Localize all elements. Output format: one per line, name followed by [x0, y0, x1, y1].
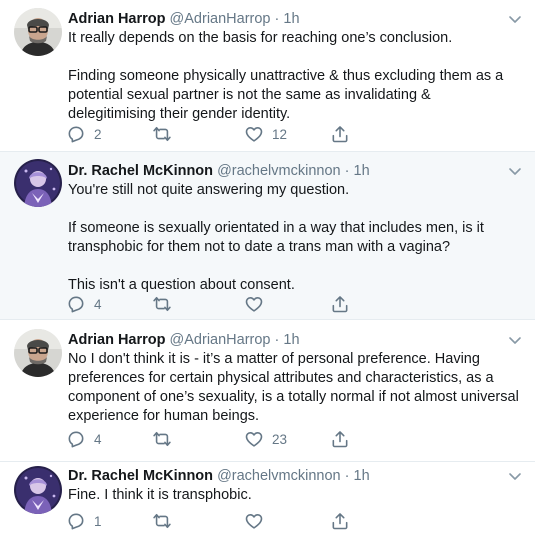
- reply-button[interactable]: 1: [66, 511, 102, 531]
- like-button[interactable]: 12: [244, 124, 287, 144]
- share-button[interactable]: [330, 294, 350, 314]
- tweet-paragraph: If someone is sexually orientated in a w…: [68, 220, 484, 255]
- reply-count: 1: [94, 513, 102, 529]
- tweet-paragraph: This isn't a question about consent.: [68, 277, 295, 293]
- tweet-paragraph: No I don't think it is - it’s a matter o…: [68, 351, 519, 424]
- reply-icon: [66, 124, 86, 144]
- avatar[interactable]: [14, 159, 62, 207]
- author-handle[interactable]: @AdrianHarrop: [170, 11, 271, 27]
- share-button[interactable]: [330, 429, 350, 449]
- tweet-text: You're still not quite answering my ques…: [68, 181, 521, 295]
- separator: ·: [344, 163, 350, 179]
- author-name[interactable]: Dr. Rachel McKinnon: [68, 468, 213, 484]
- heart-icon: [244, 294, 264, 314]
- reply-button[interactable]: 4: [66, 294, 102, 314]
- tweet-paragraph: Finding someone physically unattractive …: [68, 68, 504, 122]
- like-count: 12: [272, 126, 288, 142]
- retweet-button[interactable]: [152, 294, 172, 314]
- tweet[interactable]: Adrian Harrop @AdrianHarrop · 1h No I do…: [0, 320, 535, 462]
- tweet[interactable]: Dr. Rachel McKinnon @rachelvmckinnon · 1…: [0, 152, 535, 320]
- avatar[interactable]: [14, 466, 62, 514]
- chevron-down-icon[interactable]: [507, 468, 523, 484]
- share-icon: [330, 511, 350, 531]
- timestamp[interactable]: 1h: [354, 468, 370, 484]
- timestamp[interactable]: 1h: [283, 11, 299, 27]
- avatar[interactable]: [14, 8, 62, 56]
- tweet-header: Dr. Rachel McKinnon @rachelvmckinnon · 1…: [68, 467, 505, 485]
- heart-icon: [244, 511, 264, 531]
- reply-count: 2: [94, 126, 102, 142]
- retweet-button[interactable]: [152, 511, 172, 531]
- retweet-icon: [152, 511, 172, 531]
- tweet-header: Adrian Harrop @AdrianHarrop · 1h: [68, 10, 505, 28]
- share-button[interactable]: [330, 511, 350, 531]
- reply-count: 4: [94, 296, 102, 312]
- reply-button[interactable]: 4: [66, 429, 102, 449]
- reply-icon: [66, 294, 86, 314]
- like-button[interactable]: 23: [244, 429, 287, 449]
- separator: ·: [274, 11, 280, 27]
- tweet-paragraph: You're still not quite answering my ques…: [68, 182, 350, 198]
- separator: ·: [344, 468, 350, 484]
- author-handle[interactable]: @AdrianHarrop: [170, 332, 271, 348]
- chevron-down-icon[interactable]: [507, 163, 523, 179]
- share-icon: [330, 124, 350, 144]
- share-icon: [330, 429, 350, 449]
- author-name[interactable]: Adrian Harrop: [68, 332, 166, 348]
- reply-count: 4: [94, 431, 102, 447]
- like-button[interactable]: [244, 511, 264, 531]
- retweet-button[interactable]: [152, 429, 172, 449]
- tweet-actions: 1: [66, 511, 366, 531]
- tweet-paragraph: It really depends on the basis for reach…: [68, 30, 453, 46]
- tweet-text: It really depends on the basis for reach…: [68, 29, 521, 124]
- separator: ·: [274, 332, 280, 348]
- reply-icon: [66, 511, 86, 531]
- retweet-icon: [152, 124, 172, 144]
- tweet-actions: 4 23: [66, 429, 366, 449]
- author-handle[interactable]: @rachelvmckinnon: [217, 468, 341, 484]
- like-button[interactable]: [244, 294, 264, 314]
- tweet-text: No I don't think it is - it’s a matter o…: [68, 350, 521, 426]
- share-icon: [330, 294, 350, 314]
- tweet-header: Dr. Rachel McKinnon @rachelvmckinnon · 1…: [68, 162, 505, 180]
- tweet-actions: 4: [66, 294, 366, 314]
- retweet-icon: [152, 429, 172, 449]
- tweet-text: Fine. I think it is transphobic.: [68, 486, 521, 505]
- share-button[interactable]: [330, 124, 350, 144]
- timestamp[interactable]: 1h: [283, 332, 299, 348]
- tweet[interactable]: Dr. Rachel McKinnon @rachelvmckinnon · 1…: [0, 462, 535, 543]
- like-count: 23: [272, 431, 288, 447]
- reply-icon: [66, 429, 86, 449]
- tweet-header: Adrian Harrop @AdrianHarrop · 1h: [68, 331, 505, 349]
- author-name[interactable]: Adrian Harrop: [68, 11, 166, 27]
- retweet-icon: [152, 294, 172, 314]
- tweet-actions: 2 12: [66, 124, 366, 144]
- chevron-down-icon[interactable]: [507, 11, 523, 27]
- timestamp[interactable]: 1h: [354, 163, 370, 179]
- retweet-button[interactable]: [152, 124, 172, 144]
- heart-icon: [244, 429, 264, 449]
- author-handle[interactable]: @rachelvmckinnon: [217, 163, 341, 179]
- avatar[interactable]: [14, 329, 62, 377]
- reply-button[interactable]: 2: [66, 124, 102, 144]
- heart-icon: [244, 124, 264, 144]
- tweet-paragraph: Fine. I think it is transphobic.: [68, 487, 252, 503]
- chevron-down-icon[interactable]: [507, 332, 523, 348]
- author-name[interactable]: Dr. Rachel McKinnon: [68, 163, 213, 179]
- tweet[interactable]: Adrian Harrop @AdrianHarrop · 1h It real…: [0, 0, 535, 152]
